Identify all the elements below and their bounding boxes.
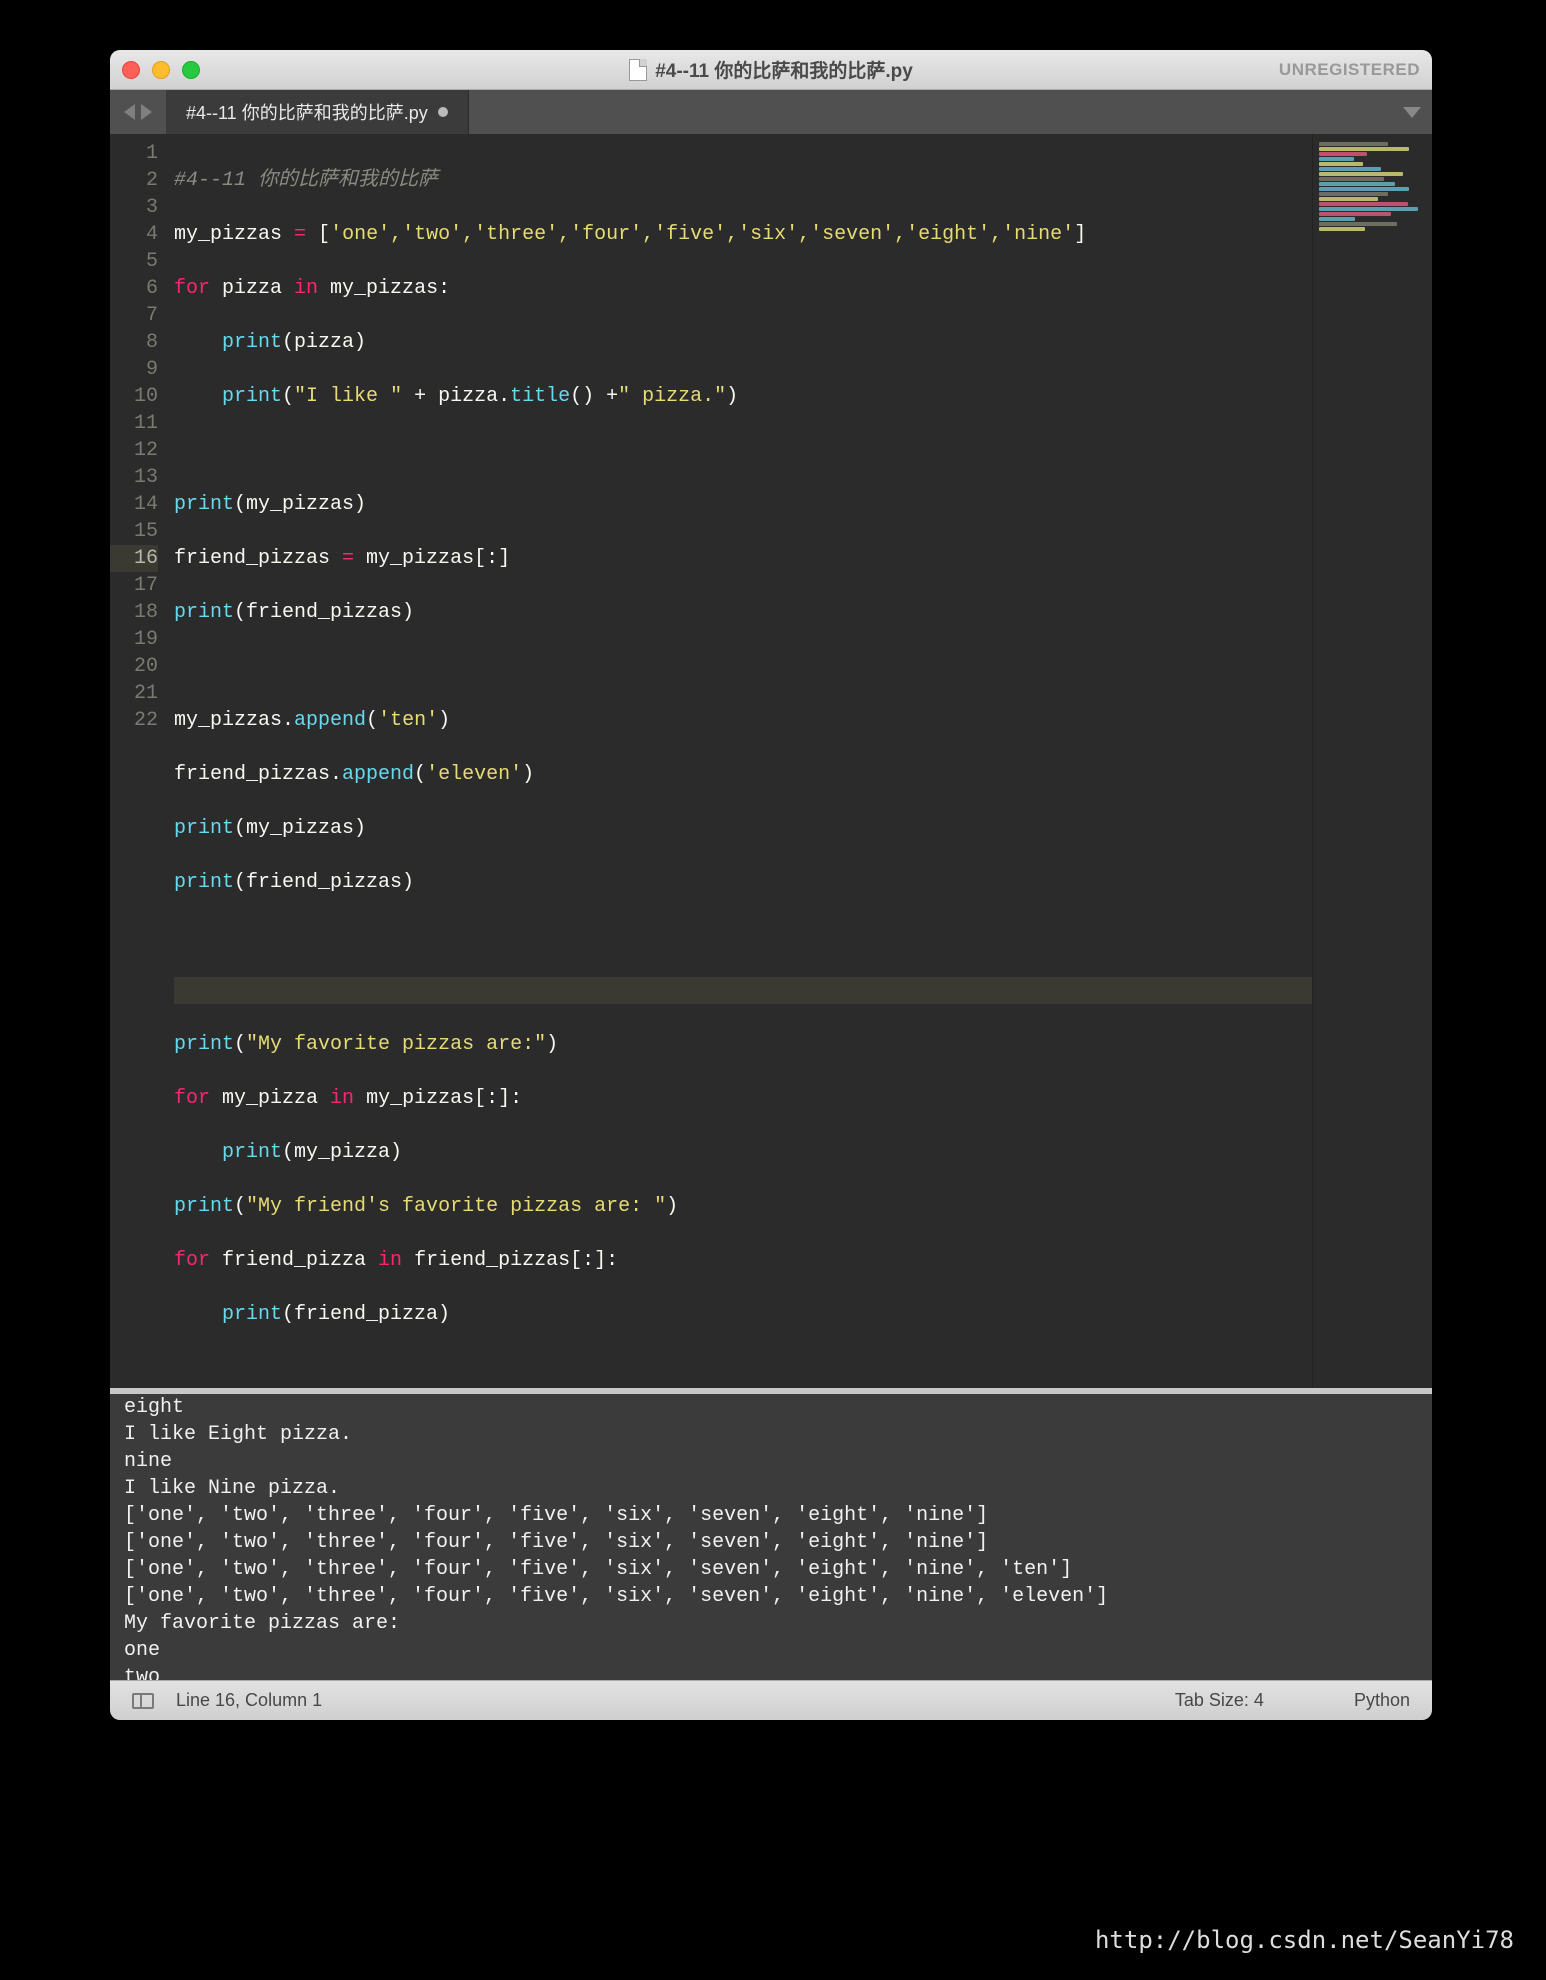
editor-window: #4--11 你的比萨和我的比萨.py UNREGISTERED #4--11 … <box>110 50 1432 1720</box>
code-line: #4--11 你的比萨和我的比萨 <box>174 169 438 192</box>
tab-size[interactable]: Tab Size: 4 <box>1175 1690 1264 1711</box>
cursor-position[interactable]: Line 16, Column 1 <box>176 1690 322 1711</box>
unregistered-label: UNREGISTERED <box>1279 60 1420 80</box>
minimap[interactable] <box>1312 134 1432 1388</box>
file-icon <box>629 59 647 81</box>
panel-switch-icon[interactable] <box>132 1693 154 1709</box>
tab-bar: #4--11 你的比萨和我的比萨.py <box>110 90 1432 134</box>
nav-forward-icon[interactable] <box>141 104 152 120</box>
tab-label: #4--11 你的比萨和我的比萨.py <box>186 99 428 125</box>
dirty-indicator-icon <box>438 107 448 117</box>
zoom-button[interactable] <box>182 61 200 79</box>
close-button[interactable] <box>122 61 140 79</box>
window-title: #4--11 你的比萨和我的比萨.py <box>110 56 1432 83</box>
status-bar: Line 16, Column 1 Tab Size: 4 Python <box>110 1680 1432 1720</box>
chevron-down-icon <box>1403 107 1421 118</box>
nav-buttons <box>110 90 166 134</box>
code-content[interactable]: #4--11 你的比萨和我的比萨 my_pizzas = ['one','two… <box>168 134 1312 1388</box>
line-gutter: 12345678910111213141516171819202122 <box>110 134 168 1388</box>
syntax-mode[interactable]: Python <box>1354 1690 1410 1711</box>
nav-back-icon[interactable] <box>124 104 135 120</box>
titlebar: #4--11 你的比萨和我的比萨.py UNREGISTERED <box>110 50 1432 90</box>
active-tab[interactable]: #4--11 你的比萨和我的比萨.py <box>166 90 469 134</box>
tab-dropdown[interactable] <box>1392 90 1432 134</box>
watermark: http://blog.csdn.net/SeanYi78 <box>1095 1926 1514 1954</box>
editor-area[interactable]: 12345678910111213141516171819202122 #4--… <box>110 134 1432 1388</box>
title-text: #4--11 你的比萨和我的比萨.py <box>655 56 913 83</box>
window-controls <box>122 61 200 79</box>
minimize-button[interactable] <box>152 61 170 79</box>
build-output[interactable]: eight I like Eight pizza. nine I like Ni… <box>110 1394 1432 1680</box>
